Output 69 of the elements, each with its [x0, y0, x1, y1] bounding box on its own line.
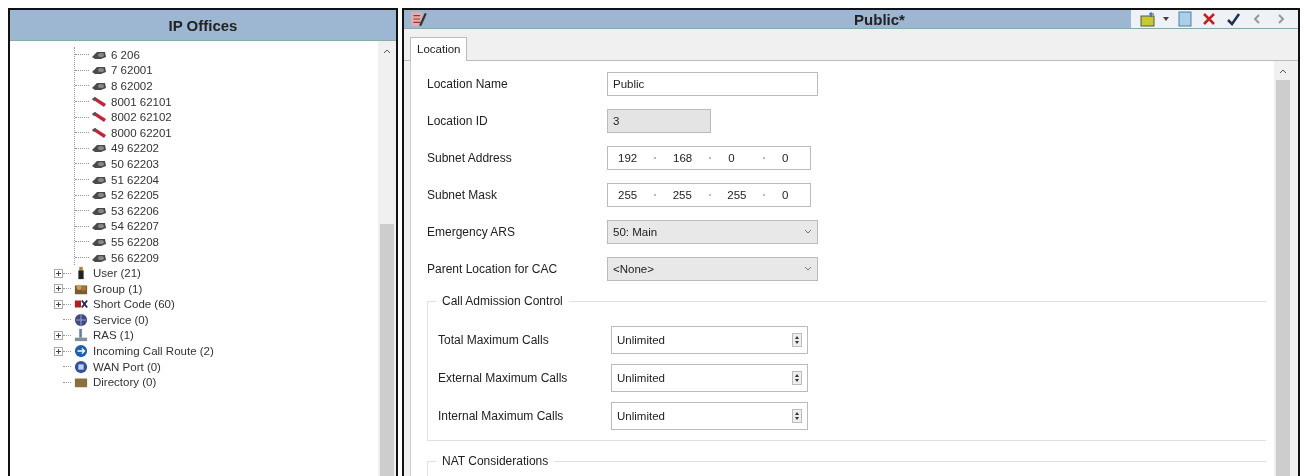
tree-item[interactable]: 51 62204	[111, 173, 159, 186]
expand-icon[interactable]	[54, 346, 63, 356]
tree-item[interactable]: 8002 62102	[111, 111, 172, 124]
tree-item[interactable]: 50 62203	[111, 157, 159, 170]
new-folder-icon[interactable]	[1139, 10, 1157, 28]
tree-item[interactable]: Directory (0)	[93, 376, 157, 389]
spinner-arrows-icon[interactable]	[792, 371, 802, 385]
tree-item[interactable]: User (21)	[93, 267, 141, 280]
tree-item[interactable]: Incoming Call Route (2)	[93, 345, 214, 358]
spin-field[interactable]: Unlimited	[611, 364, 808, 392]
tree-item[interactable]: Short Code (60)	[93, 298, 175, 311]
globe-icon	[73, 312, 89, 327]
spinner-arrows-icon[interactable]	[792, 333, 802, 347]
group-title: Call Admission Control	[436, 294, 569, 308]
scroll-thumb[interactable]	[1276, 80, 1290, 476]
chevron-down-icon[interactable]	[804, 266, 812, 271]
tree-item[interactable]: 8001 62101	[111, 95, 172, 108]
tab[interactable]: Location	[410, 37, 468, 61]
tree-item[interactable]: 6 206	[111, 48, 140, 61]
ip-address-field[interactable]: 192 168 0 0	[607, 145, 811, 170]
group-title: NAT Considerations	[436, 454, 555, 468]
route-icon	[73, 344, 89, 359]
tree-item[interactable]: 8000 62201	[111, 126, 172, 139]
dropdown[interactable]: <None>	[607, 256, 818, 281]
expand-icon[interactable]	[54, 299, 63, 309]
tree-item[interactable]: Group (1)	[93, 282, 143, 295]
tree-item[interactable]: WAN Port (0)	[93, 360, 161, 373]
handset-icon	[91, 125, 107, 140]
expand-icon[interactable]	[54, 331, 63, 340]
field-label: Emergency ARS	[427, 224, 517, 239]
scroll-up-icon[interactable]	[1279, 69, 1287, 74]
tree-item[interactable]: 7 62001	[111, 64, 153, 77]
ip-address-field[interactable]: 255 255 255 0	[607, 182, 811, 207]
chevron-down-icon[interactable]	[804, 229, 812, 234]
expand-icon[interactable]	[54, 268, 63, 278]
dropdown[interactable]: 50: Main	[607, 219, 818, 244]
scroll-thumb[interactable]	[380, 224, 394, 476]
scrollbar[interactable]	[1274, 61, 1292, 476]
field-label: Internal Maximum Calls	[438, 409, 565, 423]
panel-title: Public*	[854, 10, 905, 28]
tree-item[interactable]: 8 62002	[111, 80, 153, 92]
field-label: External Maximum Calls	[438, 371, 569, 385]
tree-item[interactable]: 55 62208	[111, 235, 159, 248]
port-icon	[73, 359, 89, 374]
scrollbar[interactable]	[378, 41, 396, 476]
handset-icon	[91, 110, 107, 125]
network-icon	[73, 328, 89, 343]
spinner-arrows-icon[interactable]	[792, 409, 802, 423]
tree-item[interactable]: 54 62207	[111, 220, 159, 233]
spin-field[interactable]: Unlimited	[611, 402, 808, 430]
panel-title: IP Offices	[168, 16, 238, 34]
tree-item[interactable]: RAS (1)	[93, 329, 134, 342]
tree-item[interactable]: 56 62209	[111, 251, 159, 264]
tree-item[interactable]: 52 62205	[111, 189, 159, 202]
field-label: Subnet Address	[427, 150, 513, 165]
field-label: Location Name	[427, 76, 509, 91]
handset-icon	[91, 94, 107, 109]
tree-item[interactable]: Service (0)	[93, 313, 149, 326]
tree-item[interactable]: 49 62202	[111, 142, 159, 155]
scroll-up-icon[interactable]	[383, 49, 391, 54]
expand-icon[interactable]	[54, 284, 63, 294]
field-label: Location ID	[427, 113, 489, 128]
field-label: Total Maximum Calls	[438, 333, 550, 347]
form-icon	[410, 10, 428, 28]
input-field[interactable]: Public	[607, 71, 818, 96]
field-label: Parent Location for CAC	[427, 261, 559, 276]
tree-item[interactable]: 53 62206	[111, 204, 159, 217]
spin-field[interactable]: Unlimited	[611, 326, 808, 354]
field-label: Subnet Mask	[427, 187, 499, 202]
